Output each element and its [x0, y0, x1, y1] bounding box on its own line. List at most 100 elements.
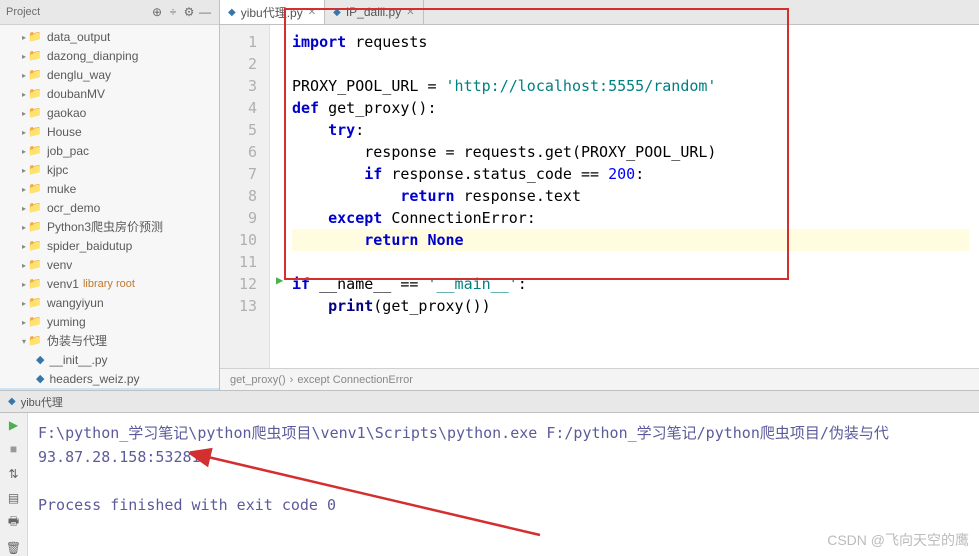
project-tree[interactable]: 📁data_output📁dazong_dianping📁denglu_way📁…	[0, 25, 219, 390]
tree-folder[interactable]: 📁 job_pac	[0, 141, 219, 160]
stop-icon[interactable]: ■	[5, 441, 23, 457]
tree-folder[interactable]: 📁venv1library root	[0, 274, 219, 293]
tree-folder[interactable]: 📁 kjpc	[0, 160, 219, 179]
folder-icon: 📁	[22, 68, 42, 81]
tree-item-label: yuming	[47, 315, 86, 329]
editor-area[interactable]: 12345678910111213 ▶ import requestsPROXY…	[220, 25, 979, 368]
tree-item-label: muke	[47, 182, 76, 196]
code-line[interactable]: if response.status_code == 200:	[292, 163, 969, 185]
tree-folder[interactable]: 📁 wangyiyun	[0, 293, 219, 312]
tree-item-label: gaokao	[47, 106, 86, 120]
tree-folder[interactable]: 📁muke	[0, 179, 219, 198]
breadcrumb-part[interactable]: except ConnectionError	[297, 374, 413, 386]
code-line[interactable]: import requests	[292, 31, 969, 53]
folder-icon: 📁	[22, 30, 42, 43]
tree-item-label: House	[47, 125, 82, 139]
code-line[interactable]: PROXY_POOL_URL = 'http://localhost:5555/…	[292, 75, 969, 97]
folder-icon: 📁	[22, 258, 42, 271]
tree-folder[interactable]: 📁伪装与代理	[0, 331, 219, 350]
tree-folder[interactable]: 📁 dazong_dianping	[0, 46, 219, 65]
project-title: Project	[6, 6, 149, 18]
editor-tab[interactable]: ◆IP_daili.py✕	[325, 0, 423, 24]
code-line[interactable]: except ConnectionError:	[292, 207, 969, 229]
console-toolbar: ▶ ■ ⇅ ▤ 🖶 🗑	[0, 413, 28, 556]
tree-folder[interactable]: 📁 denglu_way	[0, 65, 219, 84]
tree-folder[interactable]: 📁 venv	[0, 255, 219, 274]
watermark: CSDN @飞向天空的鹰	[827, 530, 969, 550]
tree-item-label: job_pac	[47, 144, 89, 158]
toggle-icon[interactable]: ⇅	[5, 465, 23, 481]
code-content[interactable]: import requests PROXY_POOL_URL = 'http://…	[270, 25, 979, 368]
tree-item-label: kjpc	[47, 163, 68, 177]
rerun-icon[interactable]: ▶	[5, 417, 23, 433]
folder-icon: 📁	[22, 49, 42, 62]
tree-file[interactable]: ◆ __init__.py	[0, 350, 219, 369]
breadcrumb-part[interactable]: get_proxy()	[230, 374, 286, 386]
tree-folder[interactable]: 📁gaokao	[0, 103, 219, 122]
close-icon[interactable]: ✕	[406, 7, 414, 18]
python-icon: ◆	[228, 7, 236, 18]
tree-item-label: data_output	[47, 30, 110, 44]
python-file-icon: ◆	[36, 353, 44, 366]
tree-item-label: wangyiyun	[47, 296, 104, 310]
folder-icon: 📁	[22, 87, 42, 100]
breadcrumb[interactable]: get_proxy() › except ConnectionError	[220, 368, 979, 390]
code-line[interactable]: print(get_proxy())	[292, 295, 969, 317]
divide-icon[interactable]: ÷	[165, 5, 181, 19]
tree-folder[interactable]: 📁 spider_baidutup	[0, 236, 219, 255]
library-root-label: library root	[83, 278, 135, 290]
tree-item-label: denglu_way	[47, 68, 111, 82]
hide-icon[interactable]: —	[197, 5, 213, 19]
code-line[interactable]: def get_proxy():	[292, 97, 969, 119]
editor-panel: ◆ yibu代理.py ✕◆ IP_daili.py ✕ 123456789101112…	[220, 0, 979, 390]
code-line[interactable]: try:	[292, 119, 969, 141]
folder-icon: 📁	[22, 125, 42, 138]
project-header: Project ⊕ ÷ ⚙ —	[0, 0, 219, 25]
tab-label: IP_daili.py	[346, 5, 401, 19]
python-icon: ◆	[8, 396, 16, 407]
tree-file[interactable]: ◆ headers_weiz.py	[0, 369, 219, 388]
project-panel: Project ⊕ ÷ ⚙ — 📁 data_output 📁 dazong_dian…	[0, 0, 220, 390]
tree-item-label: headers_weiz.py	[49, 372, 139, 386]
tree-item-label: Python3爬虫房价预测	[47, 218, 163, 235]
tree-item-label: venv	[47, 258, 72, 272]
gear-icon[interactable]: ⚙	[181, 5, 197, 19]
tree-file[interactable]: ◆IP_daili.py	[0, 388, 219, 390]
code-line[interactable]	[292, 53, 969, 75]
code-line[interactable]	[292, 251, 969, 273]
layout-icon[interactable]: ▤	[5, 490, 23, 506]
trash-icon[interactable]: 🗑	[5, 540, 23, 556]
run-tab-bar: ◆ yibu代理	[0, 390, 979, 412]
folder-icon: 📁	[22, 296, 42, 309]
editor-tabs: ◆ yibu代理.py ✕◆ IP_daili.py ✕	[220, 0, 979, 25]
tree-folder[interactable]: 📁 doubanMV	[0, 84, 219, 103]
print-icon[interactable]: 🖶	[5, 514, 23, 532]
tree-item-label: __init__.py	[49, 353, 107, 367]
tree-item-label: 伪装与代理	[47, 332, 107, 349]
code-line[interactable]: response = requests.get(PROXY_POOL_URL)	[292, 141, 969, 163]
editor-tab[interactable]: ◆ yibu代理.py ✕	[220, 0, 325, 24]
tab-label: yibu代理.py	[241, 4, 303, 21]
folder-icon: 📁	[22, 315, 42, 328]
tree-folder[interactable]: 📁 data_output	[0, 27, 219, 46]
run-tab-label[interactable]: yibu代理	[21, 394, 63, 410]
folder-icon: 📁	[22, 277, 42, 290]
code-line[interactable]: return response.text	[292, 185, 969, 207]
code-line[interactable]: return None	[292, 229, 969, 251]
close-icon[interactable]: ✕	[308, 7, 316, 18]
tree-folder[interactable]: 📁 yuming	[0, 312, 219, 331]
tree-item-label: spider_baidutup	[47, 239, 132, 253]
code-line[interactable]: if __name__ == '__main__':	[292, 273, 969, 295]
tree-folder[interactable]: 📁Python3爬虫房价预测	[0, 217, 219, 236]
tree-item-label: doubanMV	[47, 87, 105, 101]
folder-icon: 📁	[22, 144, 42, 157]
folder-icon: 📁	[22, 163, 42, 176]
folder-icon: 📁	[22, 201, 42, 214]
collapse-icon[interactable]: ⊕	[149, 5, 165, 19]
tree-folder[interactable]: 📁 House	[0, 122, 219, 141]
tree-folder[interactable]: 📁ocr_demo	[0, 198, 219, 217]
folder-icon: 📁	[22, 239, 42, 252]
python-file-icon: ◆	[36, 372, 44, 385]
chevron-right-icon: ›	[290, 374, 294, 386]
tree-item-label: dazong_dianping	[47, 49, 138, 63]
